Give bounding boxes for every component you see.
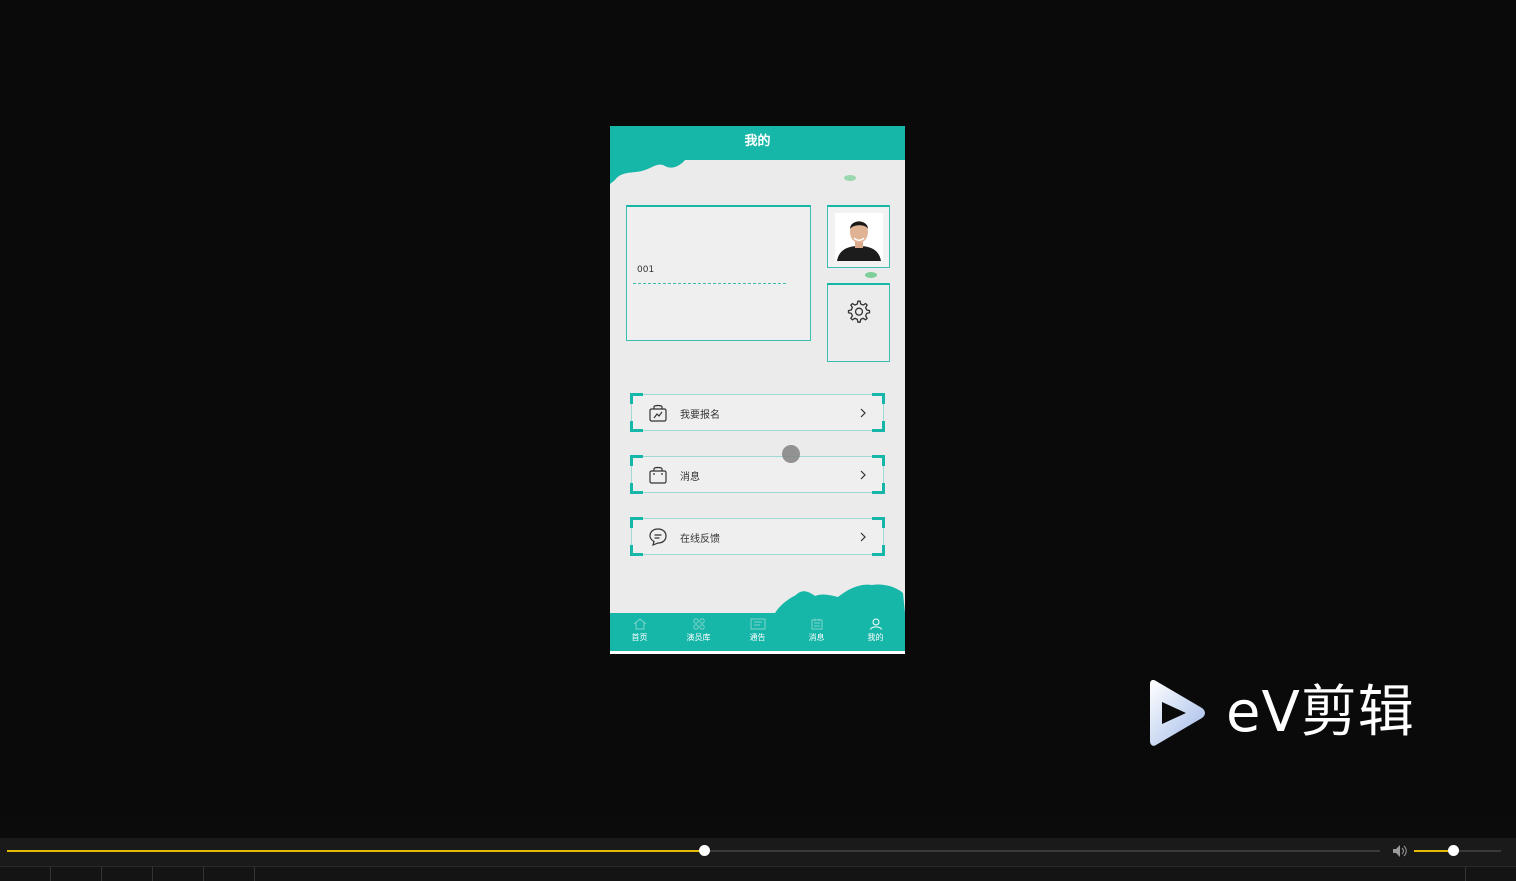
volume-handle[interactable] [1448, 845, 1460, 856]
tab-bar: 首页 演员库 通告 消息 我的 [610, 613, 905, 651]
settings-button[interactable] [827, 283, 890, 362]
page-title: 我的 [610, 126, 905, 160]
grid-icon [692, 618, 705, 630]
leaf-decoration [865, 272, 877, 278]
phone-screen: 我的 001 我要报名 消息 在线反馈 首页 演员库 通告 消息 我的 [610, 126, 905, 654]
menu-item-signup[interactable]: 我要报名 [630, 393, 885, 432]
chevron-right-icon [860, 470, 866, 480]
chat-bubble-icon [649, 528, 667, 547]
toolbar-segment [50, 867, 102, 881]
chevron-right-icon [860, 532, 866, 542]
notice-icon [750, 618, 765, 630]
home-icon [633, 618, 646, 630]
tab-mine[interactable]: 我的 [846, 613, 905, 651]
volume-icon[interactable] [1392, 844, 1408, 858]
progress-fill [7, 850, 705, 852]
watermark-text: eV剪辑 [1226, 680, 1415, 745]
progress-bar[interactable] [7, 845, 1380, 856]
shopping-bag-icon [649, 466, 667, 484]
home-indicator-strip [610, 651, 905, 654]
menu-item-feedback[interactable]: 在线反馈 [630, 517, 885, 556]
toolbar-segment [203, 867, 255, 881]
toolbar-segment [1464, 867, 1466, 881]
play-logo-icon [1150, 680, 1205, 746]
avatar[interactable] [835, 213, 883, 261]
tab-label: 消息 [808, 633, 825, 642]
message-icon [811, 618, 822, 630]
gear-icon[interactable] [846, 299, 872, 325]
touch-indicator [782, 445, 800, 463]
bag-chart-icon [649, 404, 667, 422]
video-area: 我的 001 我要报名 消息 在线反馈 首页 演员库 通告 消息 我的 eV剪辑 [0, 0, 1516, 816]
top-wave-decoration [610, 156, 905, 184]
user-id: 001 [637, 265, 655, 275]
menu-label: 在线反馈 [680, 534, 720, 545]
profile-card: 001 [626, 205, 811, 341]
tab-label: 通告 [749, 633, 766, 642]
chevron-right-icon [860, 408, 866, 418]
bottom-wave-decoration [775, 584, 905, 613]
tab-notices[interactable]: 通告 [728, 613, 787, 651]
progress-handle[interactable] [699, 845, 711, 856]
toolbar-segment [152, 867, 204, 881]
user-icon [869, 618, 882, 630]
tab-messages[interactable]: 消息 [787, 613, 846, 651]
tab-home[interactable]: 首页 [610, 613, 669, 651]
tab-label: 演员库 [686, 633, 711, 642]
avatar-frame[interactable] [827, 205, 890, 268]
toolbar-segment [0, 867, 51, 881]
menu-label: 我要报名 [680, 410, 720, 421]
tab-label: 首页 [631, 633, 648, 642]
menu-item-messages[interactable]: 消息 [630, 455, 885, 494]
watermark: eV剪辑 [1144, 678, 1444, 748]
bottom-toolbar [0, 866, 1516, 881]
id-underline [633, 283, 786, 284]
tab-label: 我的 [867, 633, 884, 642]
player-controls [0, 838, 1516, 881]
menu-label: 消息 [680, 472, 700, 483]
toolbar-segment [101, 867, 153, 881]
volume-slider[interactable] [1414, 845, 1501, 856]
tab-actors[interactable]: 演员库 [669, 613, 728, 651]
